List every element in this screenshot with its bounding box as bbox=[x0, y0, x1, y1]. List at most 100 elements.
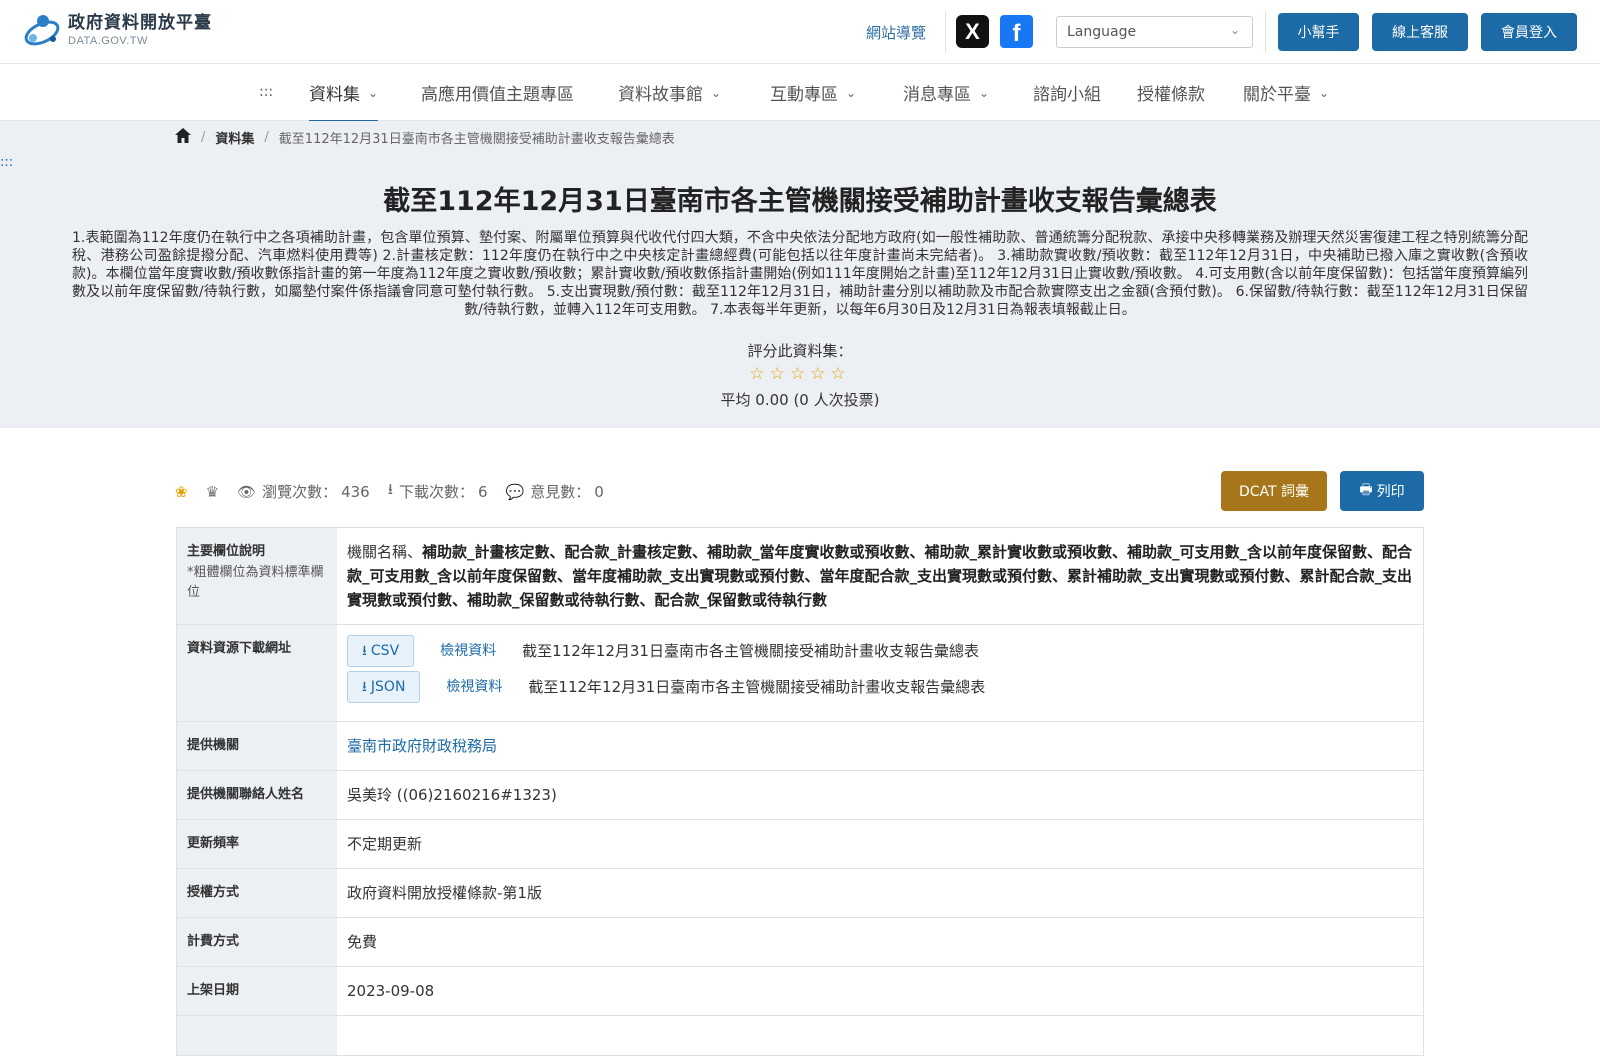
license-value: 政府資料開放授權條款-第1版 bbox=[347, 884, 542, 902]
home-icon[interactable] bbox=[175, 128, 191, 147]
nav-item-label: 互動專區 bbox=[770, 85, 838, 105]
nav-item-about[interactable]: 關於平臺 ⌄ bbox=[1243, 80, 1329, 105]
downloads-count: 6 bbox=[478, 482, 488, 501]
table-row: 上架日期 2023-09-08 bbox=[177, 967, 1423, 1016]
table-row: 資料資源下載網址 ⭳ CSV 檢視資料 截至112年12月31日臺南市各主管機關… bbox=[177, 625, 1423, 722]
fields-value: 機關名稱、補助款_計畫核定數、配合款_計畫核定數、補助款_當年度實收數或預收數、… bbox=[337, 528, 1423, 624]
row-header: 計費方式 bbox=[177, 918, 337, 966]
table-row: 計費方式 免費 bbox=[177, 918, 1423, 967]
site-logo[interactable]: 政府資料開放平臺 DATA.GOV.TW bbox=[22, 11, 212, 51]
table-row: 授權方式 政府資料開放授權條款-第1版 bbox=[177, 869, 1423, 918]
fields-hint: *粗體欄位為資料標準欄位 bbox=[187, 565, 324, 600]
logo-subtitle: DATA.GOV.TW bbox=[68, 35, 148, 47]
rating-label: 評分此資料集： bbox=[747, 342, 853, 360]
row-header: 提供機關聯絡人姓名 bbox=[177, 771, 337, 819]
comments-count: 0 bbox=[594, 482, 604, 501]
crown-icon: ♛ bbox=[205, 482, 220, 501]
table-row: 更新頻率 不定期更新 bbox=[177, 820, 1423, 869]
logo-icon bbox=[24, 15, 60, 46]
table-row bbox=[177, 1016, 1423, 1056]
view-data-link[interactable]: 檢視資料 bbox=[440, 639, 496, 663]
view-data-link[interactable]: 檢視資料 bbox=[446, 675, 502, 699]
download-icon: ⭳ bbox=[362, 643, 367, 659]
views-label: 瀏覽次數： bbox=[262, 483, 338, 501]
nav-item-license[interactable]: 授權條款 bbox=[1137, 80, 1205, 105]
download-icon: ⭳ bbox=[362, 679, 367, 695]
download-icon: ⭳ bbox=[387, 480, 393, 498]
row-header: 資料資源下載網址 bbox=[177, 625, 337, 721]
dataset-description: 1.表範圍為112年度仍在執行中之各項補助計畫，包含單位預算、墊付案、附屬單位預… bbox=[72, 230, 1528, 318]
breadcrumb-separator: / bbox=[264, 130, 269, 145]
helper-button[interactable]: 小幫手 bbox=[1278, 13, 1359, 51]
views-count: 436 bbox=[341, 482, 370, 501]
dataset-metadata-table: 主要欄位說明 *粗體欄位為資料標準欄位 機關名稱、補助款_計畫核定數、配合款_計… bbox=[176, 527, 1424, 1056]
download-item: ⭳ JSON 檢視資料 截至112年12月31日臺南市各主管機關接受補助計畫收支… bbox=[347, 671, 1413, 703]
online-service-button[interactable]: 線上客服 bbox=[1372, 13, 1468, 51]
main-nav: ::: 資料集 ⌄ 高應用價值主題專區 資料故事館 ⌄ 互動專區 ⌄ 消息專區 ⌄ 諮詢… bbox=[0, 64, 1600, 123]
row-header: 主要欄位說明 *粗體欄位為資料標準欄位 bbox=[177, 528, 337, 624]
table-row: 主要欄位說明 *粗體欄位為資料標準欄位 機關名稱、補助款_計畫核定數、配合款_計… bbox=[177, 528, 1423, 625]
print-button[interactable]: 🖶 列印 bbox=[1340, 471, 1424, 511]
fee-value: 免費 bbox=[347, 933, 378, 951]
download-csv-button[interactable]: ⭳ CSV bbox=[347, 635, 415, 667]
print-label: 列印 bbox=[1376, 484, 1405, 500]
published-value: 2023-09-08 bbox=[347, 982, 435, 1000]
chevron-down-icon: ⌄ bbox=[711, 85, 722, 100]
divider bbox=[945, 12, 946, 52]
chevron-down-icon: ⌄ bbox=[1229, 23, 1240, 37]
nav-item-stories[interactable]: 資料故事館 ⌄ bbox=[618, 80, 721, 105]
nav-item-news[interactable]: 消息專區 ⌄ bbox=[903, 80, 989, 105]
logo-title: 政府資料開放平臺 bbox=[68, 13, 212, 33]
field-standard: 補助款_計畫核定數、配合款_計畫核定數、補助款_當年度實收數或預收數、補助款_累… bbox=[347, 543, 1413, 609]
frequency-value: 不定期更新 bbox=[347, 835, 423, 853]
breadcrumb: / 資料集 / 截至112年12月31日臺南市各主管機關接受補助計畫收支報告彙總… bbox=[175, 128, 675, 147]
chevron-down-icon: ⌄ bbox=[846, 85, 857, 100]
nav-item-interactive[interactable]: 互動專區 ⌄ bbox=[770, 80, 856, 105]
table-row: 提供機關 臺南市政府財政稅務局 bbox=[177, 722, 1423, 771]
chevron-down-icon: ⌄ bbox=[979, 85, 990, 100]
x-twitter-icon[interactable]: X bbox=[956, 15, 989, 48]
chevron-down-icon: ⌄ bbox=[368, 85, 379, 100]
nav-item-high-value[interactable]: 高應用價值主題專區 bbox=[421, 80, 574, 105]
nav-item-advisory[interactable]: 諮詢小組 bbox=[1033, 80, 1101, 105]
download-json-button[interactable]: ⭳ JSON bbox=[347, 671, 421, 703]
breadcrumb-current: 截至112年12月31日臺南市各主管機關接受補助計畫收支報告彙總表 bbox=[278, 132, 675, 147]
fields-label: 主要欄位說明 bbox=[187, 544, 266, 559]
page-title: 截至112年12月31日臺南市各主管機關接受補助計畫收支報告彙總表 bbox=[383, 186, 1217, 217]
table-row: 提供機關聯絡人姓名 吳美玲 ((06)2160216#1323) bbox=[177, 771, 1423, 820]
row-header: 授權方式 bbox=[177, 869, 337, 917]
language-select[interactable]: Language ⌄ bbox=[1056, 16, 1253, 48]
comments-label: 意見數： bbox=[530, 483, 591, 501]
rating-average: 平均 0.00 (0 人次投票) bbox=[720, 391, 880, 409]
row-header: 更新頻率 bbox=[177, 820, 337, 868]
top-bar: 政府資料開放平臺 DATA.GOV.TW 網站導覽 X f Language ⌄… bbox=[0, 0, 1600, 64]
facebook-icon[interactable]: f bbox=[1000, 15, 1033, 48]
nav-accesskey[interactable]: ::: bbox=[259, 84, 273, 100]
breadcrumb-datasets[interactable]: 資料集 bbox=[215, 128, 254, 147]
content-accesskey[interactable]: ::: bbox=[0, 155, 13, 170]
chevron-down-icon: ⌄ bbox=[1319, 85, 1330, 100]
sitemap-link[interactable]: 網站導覽 bbox=[866, 22, 926, 43]
member-login-button[interactable]: 會員登入 bbox=[1481, 13, 1577, 51]
comments-icon: 💬 bbox=[505, 482, 525, 501]
resource-name: 截至112年12月31日臺南市各主管機關接受補助計畫收支報告彙總表 bbox=[528, 678, 986, 696]
nav-item-label: 消息專區 bbox=[903, 85, 971, 105]
provider-link[interactable]: 臺南市政府財政稅務局 bbox=[347, 737, 497, 755]
resource-name: 截至112年12月31日臺南市各主管機關接受補助計畫收支報告彙總表 bbox=[522, 642, 979, 660]
dataset-hero: / 資料集 / 截至112年12月31日臺南市各主管機關接受補助計畫收支報告彙總… bbox=[0, 121, 1600, 428]
stats-row: ❀ ♛ 👁 瀏覽次數： 436 ⭳ 下載次數： 6 💬 意見數： 0 bbox=[175, 479, 604, 504]
download-format: CSV bbox=[370, 643, 400, 659]
nav-item-label: 高應用價值主題專區 bbox=[421, 85, 574, 105]
row-value bbox=[337, 1016, 1423, 1055]
nav-item-datasets[interactable]: 資料集 ⌄ bbox=[309, 80, 379, 123]
breadcrumb-separator: / bbox=[201, 130, 206, 145]
dcat-button[interactable]: DCAT 詞彙 bbox=[1221, 471, 1327, 511]
nav-item-label: 關於平臺 bbox=[1243, 85, 1311, 105]
eye-icon: 👁 bbox=[237, 482, 257, 501]
nav-item-label: 諮詢小組 bbox=[1033, 85, 1101, 105]
nav-item-label: 資料故事館 bbox=[618, 85, 703, 105]
divider bbox=[1265, 12, 1266, 52]
row-header bbox=[177, 1016, 337, 1055]
rating-stars[interactable]: ☆☆☆☆☆ bbox=[0, 364, 1600, 384]
contact-value: 吳美玲 ((06)2160216#1323) bbox=[347, 786, 557, 804]
